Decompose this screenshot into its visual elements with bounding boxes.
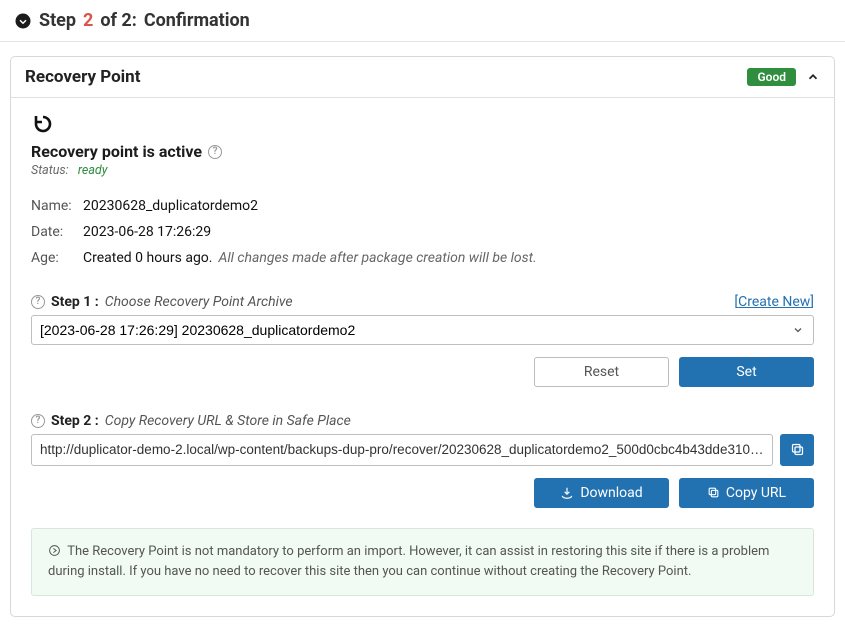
age-label: Age: xyxy=(31,246,83,272)
info-box: The Recovery Point is not mandatory to p… xyxy=(31,528,814,596)
panel-header[interactable]: Recovery Point Good xyxy=(11,57,834,98)
page-header: Step 2 of 2: Confirmation xyxy=(0,0,845,42)
help-icon[interactable]: ? xyxy=(31,414,45,428)
recovery-panel: Recovery Point Good Recovery point is ac… xyxy=(10,56,835,617)
age-note: All changes made after package creation … xyxy=(219,246,537,272)
date-label: Date: xyxy=(31,220,83,246)
url-row xyxy=(31,434,814,466)
set-button[interactable]: Set xyxy=(679,357,814,387)
download-label: Download xyxy=(580,485,642,501)
step2-label: Step 2 : xyxy=(51,413,99,429)
recovery-url-input[interactable] xyxy=(31,434,773,466)
archive-select-wrap: [2023-06-28 17:26:29] 20230628_duplicato… xyxy=(31,315,814,345)
step1-label: Step 1 : xyxy=(51,294,99,310)
step1-row: ? Step 1 : Choose Recovery Point Archive… xyxy=(31,294,814,310)
date-value: 2023-06-28 17:26:29 xyxy=(83,220,211,246)
download-icon xyxy=(560,486,574,500)
name-label: Name: xyxy=(31,194,83,220)
step2-buttons: Download Copy URL xyxy=(31,478,814,508)
copy-icon xyxy=(790,442,805,457)
circle-down-arrow-icon xyxy=(14,12,32,30)
copy-icon-button[interactable] xyxy=(780,434,814,466)
help-icon[interactable]: ? xyxy=(208,145,222,159)
recovery-active-text: Recovery point is active xyxy=(31,142,202,161)
copy-url-label: Copy URL xyxy=(726,485,786,501)
step2-desc: Copy Recovery URL & Store in Safe Place xyxy=(105,413,351,429)
step-title: Confirmation xyxy=(144,10,250,31)
download-button[interactable]: Download xyxy=(534,478,669,508)
undo-icon xyxy=(31,112,814,136)
set-label: Set xyxy=(736,364,756,380)
create-new-link[interactable]: [Create New] xyxy=(734,294,814,310)
status-value: ready xyxy=(78,163,108,178)
info-text: The Recovery Point is not mandatory to p… xyxy=(48,544,769,579)
status-badge: Good xyxy=(747,68,796,86)
copy-icon xyxy=(707,486,720,499)
recovery-meta: Name: 20230628_duplicatordemo2 Date: 202… xyxy=(31,194,814,272)
status-line: Status: ready xyxy=(31,163,814,178)
chevron-up-icon xyxy=(806,70,820,84)
step-number: 2 xyxy=(83,10,93,31)
step-prefix: Step xyxy=(39,10,76,31)
step2-row: ? Step 2 : Copy Recovery URL & Store in … xyxy=(31,413,814,429)
recovery-active-title: Recovery point is active ? xyxy=(31,142,814,161)
step1-buttons: Reset Set xyxy=(31,357,814,387)
archive-select[interactable]: [2023-06-28 17:26:29] 20230628_duplicato… xyxy=(31,315,814,345)
step1-desc: Choose Recovery Point Archive xyxy=(105,294,293,310)
reset-label: Reset xyxy=(584,364,619,380)
status-label: Status: xyxy=(31,163,69,178)
panel-body: Recovery point is active ? Status: ready… xyxy=(11,98,834,616)
copy-url-button[interactable]: Copy URL xyxy=(679,478,814,508)
name-value: 20230628_duplicatordemo2 xyxy=(83,194,258,220)
panel-title: Recovery Point xyxy=(25,67,140,87)
age-value: Created 0 hours ago. xyxy=(83,246,213,272)
reset-button[interactable]: Reset xyxy=(534,357,669,387)
circle-arrow-right-icon xyxy=(48,544,64,559)
step-total: of 2: xyxy=(100,10,136,31)
help-icon[interactable]: ? xyxy=(31,295,45,309)
